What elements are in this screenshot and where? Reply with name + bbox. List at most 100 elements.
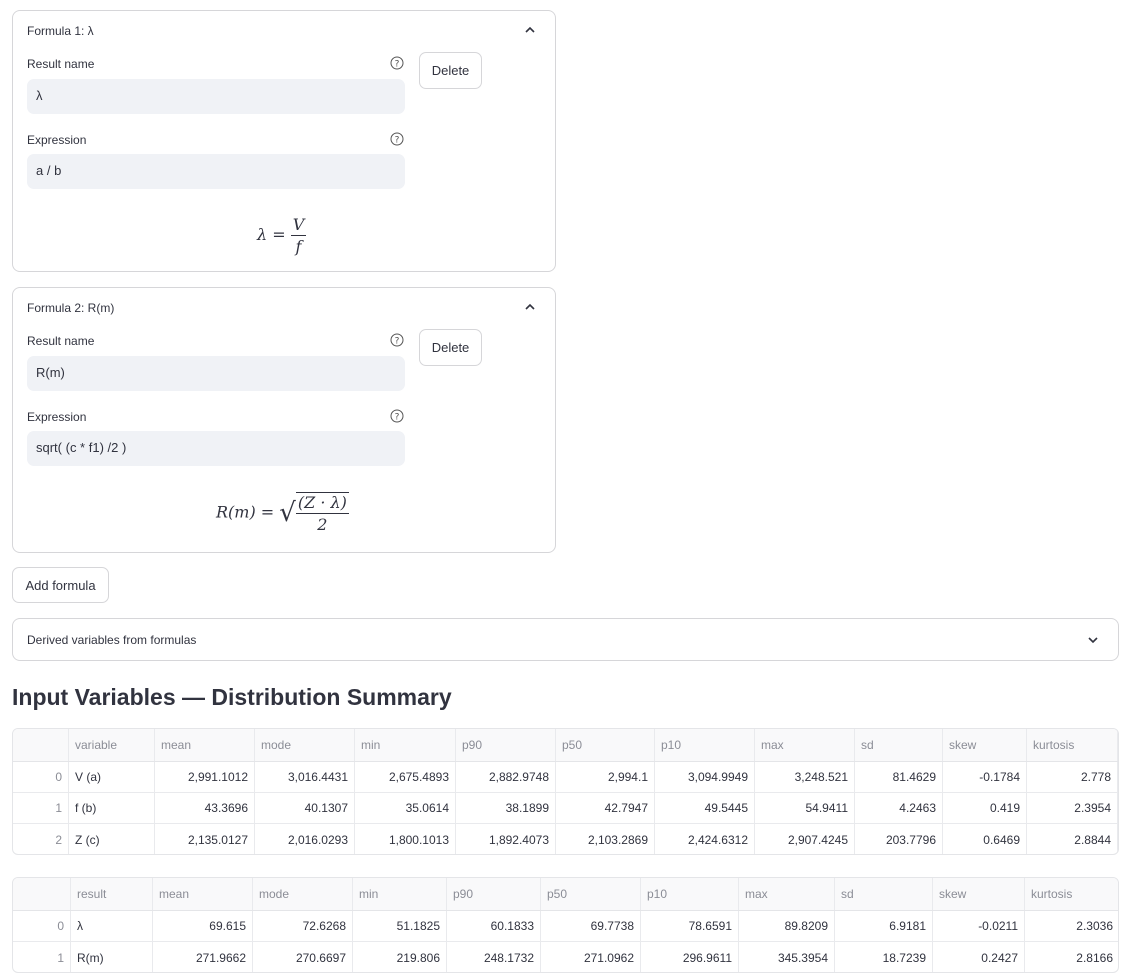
table-cell: 2,882.9748 bbox=[456, 762, 556, 792]
table-cell: 248.1732 bbox=[447, 942, 541, 972]
expression-label: Expression bbox=[27, 410, 87, 424]
math-lhs: R(m) bbox=[216, 502, 256, 522]
table-cell: 271.9662 bbox=[153, 942, 253, 972]
formula-1-title: Formula 1: λ bbox=[27, 24, 94, 38]
column-header[interactable]: mode bbox=[255, 729, 355, 761]
row-index: 0 bbox=[13, 762, 69, 792]
svg-text:?: ? bbox=[395, 336, 400, 346]
column-header[interactable]: variable bbox=[69, 729, 155, 761]
table-cell: 296.9611 bbox=[641, 942, 739, 972]
table-header-row: result mean mode min p90 p50 p10 max sd skew kurto… bbox=[13, 878, 1118, 911]
column-header[interactable]: sd bbox=[855, 729, 943, 761]
table-cell: 72.6268 bbox=[253, 911, 353, 941]
column-header[interactable] bbox=[13, 878, 71, 910]
result-name-input[interactable]: λ bbox=[27, 79, 405, 114]
result-name-label: Result name bbox=[27, 57, 95, 71]
table-cell: 51.1825 bbox=[353, 911, 447, 941]
delete-button[interactable]: Delete bbox=[419, 329, 482, 366]
column-header[interactable]: kurtosis bbox=[1025, 878, 1118, 910]
table-cell: 89.8209 bbox=[739, 911, 835, 941]
column-header[interactable]: skew bbox=[933, 878, 1025, 910]
chevron-up-icon[interactable] bbox=[523, 300, 537, 314]
column-header[interactable]: skew bbox=[943, 729, 1027, 761]
column-header[interactable]: p10 bbox=[655, 729, 755, 761]
chevron-up-icon[interactable] bbox=[523, 23, 537, 37]
table-cell: R(m) bbox=[71, 942, 153, 972]
table-row[interactable]: 1f (b) 43.3696 40.1307 35.0614 38.1899 42.794… bbox=[13, 793, 1118, 824]
formula-1-rendered: λ = V f bbox=[257, 215, 307, 256]
table-cell: 0.419 bbox=[943, 793, 1027, 823]
math-fraction: (Z · λ) 2 bbox=[295, 492, 349, 534]
delete-button[interactable]: Delete bbox=[419, 52, 482, 89]
column-header[interactable]: p90 bbox=[447, 878, 541, 910]
expression-input[interactable]: a / b bbox=[27, 154, 405, 189]
column-header[interactable]: mode bbox=[253, 878, 353, 910]
table-cell: 0.2427 bbox=[933, 942, 1025, 972]
math-fraction: V f bbox=[290, 215, 307, 256]
table-cell: 2,135.0127 bbox=[155, 824, 255, 854]
table-cell: 2,103.2869 bbox=[556, 824, 655, 854]
table-cell: 6.9181 bbox=[835, 911, 933, 941]
table-cell: 2.8844 bbox=[1027, 824, 1118, 854]
column-header[interactable]: p90 bbox=[456, 729, 556, 761]
math-numerator: (Z · λ) bbox=[295, 493, 349, 514]
table-cell: 270.6697 bbox=[253, 942, 353, 972]
expression-input[interactable]: sqrt( (c * f1) /2 ) bbox=[27, 431, 405, 466]
column-header[interactable]: p10 bbox=[641, 878, 739, 910]
table-header-row: variable mean mode min p90 p50 p10 max sd skew kur… bbox=[13, 729, 1118, 762]
column-header[interactable]: result bbox=[71, 878, 153, 910]
table-cell: 81.4629 bbox=[855, 762, 943, 792]
math-equals: = bbox=[260, 502, 280, 522]
column-header[interactable]: min bbox=[353, 878, 447, 910]
table-cell: 2.3954 bbox=[1027, 793, 1118, 823]
table-cell: 69.615 bbox=[153, 911, 253, 941]
column-header[interactable]: sd bbox=[835, 878, 933, 910]
input-variables-table[interactable]: variable mean mode min p90 p50 p10 max sd skew kur… bbox=[12, 728, 1119, 855]
page-title: Input Variables — Distribution Summary bbox=[12, 684, 452, 710]
help-icon[interactable]: ? bbox=[390, 333, 404, 347]
column-header[interactable]: max bbox=[739, 878, 835, 910]
table-cell: f (b) bbox=[69, 793, 155, 823]
table-row[interactable]: 0 λ 69.615 72.6268 51.1825 60.1833 69.7738 78.6… bbox=[13, 911, 1118, 942]
table-row[interactable]: 2Z (c) 2,135.0127 2,016.0293 1,800.1013 1,89… bbox=[13, 824, 1118, 854]
column-header[interactable]: max bbox=[755, 729, 855, 761]
table-cell: λ bbox=[71, 911, 153, 941]
derived-variables-expander[interactable]: Derived variables from formulas bbox=[12, 618, 1119, 661]
add-formula-button[interactable]: Add formula bbox=[12, 567, 109, 603]
table-cell: 2,991.1012 bbox=[155, 762, 255, 792]
formula-card-2: Formula 2: R(m) Result name ? R(m) Delet… bbox=[12, 287, 556, 553]
table-cell: 0.6469 bbox=[943, 824, 1027, 854]
table-cell: 54.9411 bbox=[755, 793, 855, 823]
row-index: 2 bbox=[13, 824, 69, 854]
table-cell: 60.1833 bbox=[447, 911, 541, 941]
table-cell: 1,892.4073 bbox=[456, 824, 556, 854]
help-icon[interactable]: ? bbox=[390, 409, 404, 423]
column-header[interactable]: mean bbox=[153, 878, 253, 910]
table-cell: 2,424.6312 bbox=[655, 824, 755, 854]
row-index: 1 bbox=[13, 793, 69, 823]
column-header[interactable]: mean bbox=[155, 729, 255, 761]
table-cell: 2,994.1 bbox=[556, 762, 655, 792]
help-icon[interactable]: ? bbox=[390, 132, 404, 146]
chevron-down-icon[interactable] bbox=[1086, 633, 1100, 647]
column-header[interactable]: min bbox=[355, 729, 456, 761]
math-equals: = bbox=[272, 225, 291, 244]
row-index: 0 bbox=[13, 911, 71, 941]
column-header[interactable] bbox=[13, 729, 69, 761]
sqrt-symbol: √ bbox=[279, 498, 296, 528]
math-lhs: λ bbox=[257, 225, 268, 244]
table-row[interactable]: 0V (a) 2,991.1012 3,016.4431 2,675.4893 2,88… bbox=[13, 762, 1118, 793]
table-cell: 35.0614 bbox=[355, 793, 456, 823]
column-header[interactable]: p50 bbox=[541, 878, 641, 910]
help-icon[interactable]: ? bbox=[390, 56, 404, 70]
table-cell: 219.806 bbox=[353, 942, 447, 972]
derived-results-table[interactable]: result mean mode min p90 p50 p10 max sd skew kurto… bbox=[12, 877, 1119, 973]
table-row[interactable]: 1 R(m) 271.9662 270.6697 219.806 248.1732 271.… bbox=[13, 942, 1118, 972]
formula-card-1: Formula 1: λ Result name ? λ Delete Expr… bbox=[12, 10, 556, 272]
column-header[interactable]: kurtosis bbox=[1027, 729, 1118, 761]
column-header[interactable]: p50 bbox=[556, 729, 655, 761]
table-cell: 3,016.4431 bbox=[255, 762, 355, 792]
table-cell: 69.7738 bbox=[541, 911, 641, 941]
formula-2-rendered: R(m) = √ (Z · λ) 2 bbox=[216, 492, 349, 534]
result-name-input[interactable]: R(m) bbox=[27, 356, 405, 391]
